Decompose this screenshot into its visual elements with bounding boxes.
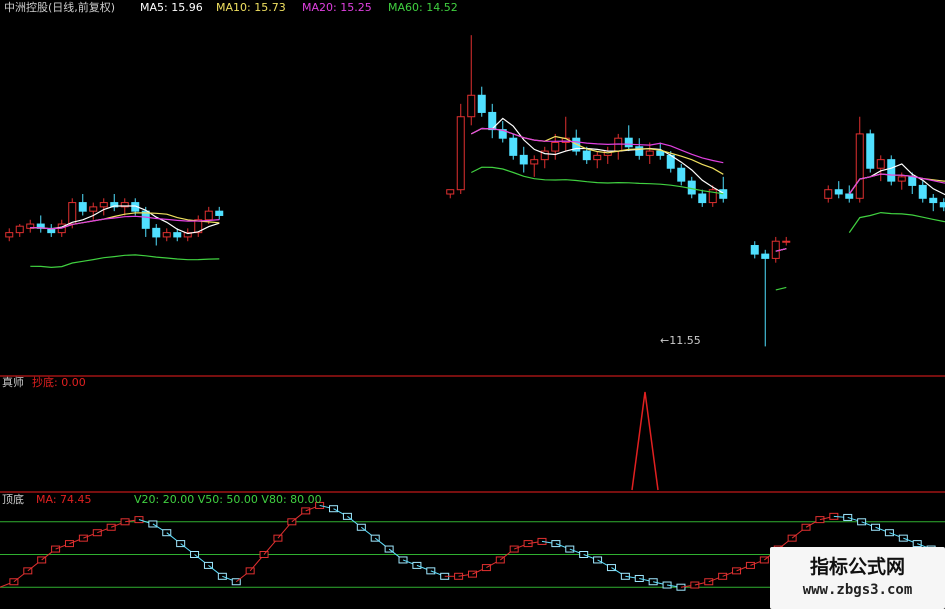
watermark-cn: 指标公式网 [809,556,905,578]
panel2-title: 顶底 [2,493,24,506]
candle-body [845,193,854,199]
watermark-url: www.zbgs3.com [802,582,913,598]
candle-body [551,141,560,152]
candle-body [782,240,791,243]
ma5-line [30,117,945,252]
candle-body [750,245,759,255]
low-annotation-value: 11.55 [669,334,701,347]
candle-body [15,225,24,234]
ma5-text: MA5: 15.96 [140,1,203,14]
candle-body [89,206,98,212]
panel2-levels-label: V20: 20.00 V50: 50.00 V80: 80.00 [134,493,322,506]
candle-body [824,189,833,199]
candle-body [152,227,161,238]
candle-body [876,159,885,169]
panel1-title: 真师 [2,376,24,389]
candle-body [635,146,644,156]
panel1-series-line [631,391,659,491]
chart-stage: 中洲控股(日线,前复权) MA5: 15.96 MA10: 15.73 MA20… [0,0,945,609]
chart-canvas [0,35,945,591]
candle-body [78,202,87,212]
candle-body [834,189,843,195]
ma60-line [30,166,945,291]
candle-body [215,210,224,216]
candle-body [141,210,150,229]
candle-body [582,150,591,161]
ma20-text: MA20: 15.25 [302,1,372,14]
candle-body [5,232,14,238]
candle-body [593,154,602,161]
watermark-logo: 指标公式网 www.zbgs3.com [770,547,945,609]
ma60-label: MA60: 14.52 [388,1,458,15]
candle-body [855,133,864,199]
ma10-label: MA10: 15.73 [216,1,286,15]
candle-body [467,94,476,118]
candle-body [897,176,906,182]
panel1-series-label: 抄底: 0.00 [32,376,86,389]
oscillator-marker [301,507,311,515]
candle-body [509,137,518,156]
candle-body [761,253,770,259]
ma5-label: MA5: 15.96 [140,1,203,15]
candle-body [624,137,633,148]
candle-body [918,184,927,199]
candle-body [162,232,171,238]
candle-body [677,167,686,182]
candle-body [204,210,213,221]
main-title: 中洲控股(日线,前复权) [4,1,116,14]
candle-body [929,197,938,204]
candle-body [530,159,539,165]
candle-body [99,202,108,208]
candle-body [887,159,896,182]
candle-body [645,150,654,156]
candle-body [477,94,486,113]
candle-body [456,116,465,191]
panel2-ma-label: MA: 74.45 [36,493,92,506]
candle-body [446,189,455,195]
ma20-label: MA20: 15.25 [302,1,372,15]
candle-body [656,150,665,156]
candle-body [908,176,917,186]
ma60-text: MA60: 14.52 [388,1,458,14]
candle-body [519,154,528,165]
candle-body [771,240,780,259]
candle-body [866,133,875,169]
ma10-text: MA10: 15.73 [216,1,286,14]
candle-body [698,193,707,204]
candle-body [173,232,182,238]
candle-body [939,202,945,208]
candle-body [68,202,77,225]
low-annotation: ←11.55 [660,334,701,347]
